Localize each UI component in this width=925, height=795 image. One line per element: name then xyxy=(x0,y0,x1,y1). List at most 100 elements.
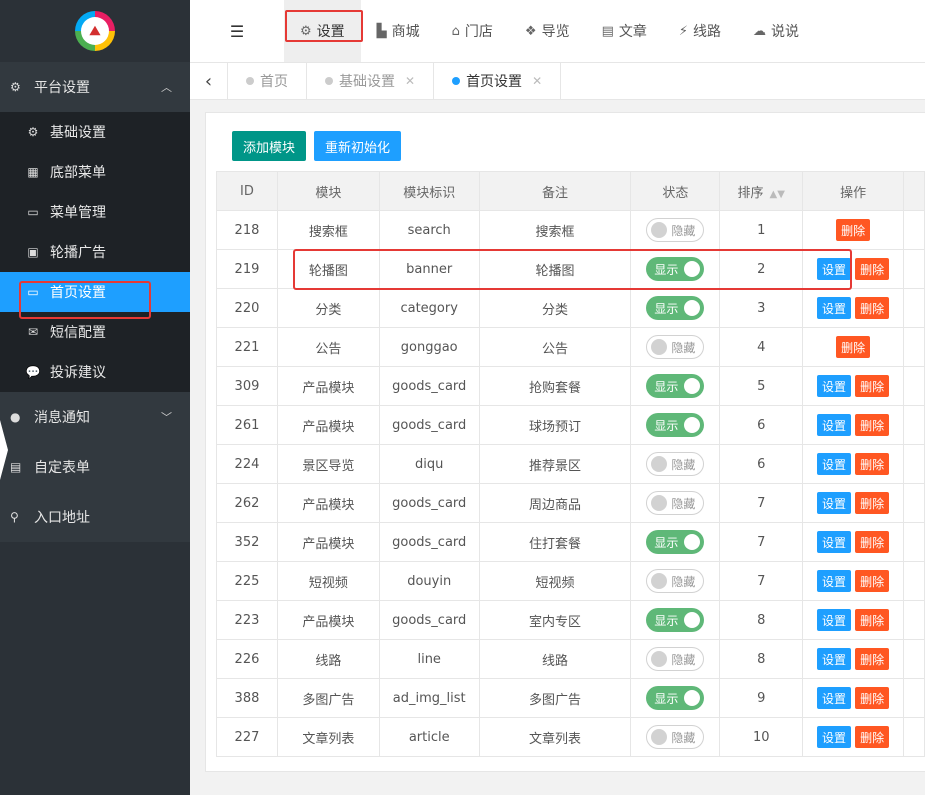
cell-sort: 8 xyxy=(719,600,804,640)
mail-icon: ✉ xyxy=(27,325,39,339)
delete-button[interactable]: 删除 xyxy=(855,531,890,553)
add-module-button[interactable]: 添加模块 xyxy=(232,131,307,161)
status-toggle[interactable]: 隐藏 xyxy=(646,335,705,359)
delete-button[interactable]: 删除 xyxy=(836,336,871,358)
settings-button[interactable]: 设置 xyxy=(817,531,852,553)
toggle-knob xyxy=(684,534,701,550)
top-nav-guide[interactable]: ❖ 导览 xyxy=(509,0,586,62)
logo-area: ⛰ xyxy=(0,0,190,62)
toggle-knob xyxy=(651,573,668,589)
close-icon[interactable]: ✕ xyxy=(532,74,542,88)
sidebar-item-carousel-ads[interactable]: ▣ 轮播广告 xyxy=(0,232,190,272)
delete-button[interactable]: 删除 xyxy=(855,609,890,631)
tab-home[interactable]: 首页 xyxy=(228,62,307,100)
menu-toggle-button[interactable]: ☰ xyxy=(190,0,284,62)
delete-button[interactable]: 删除 xyxy=(855,375,890,397)
settings-button[interactable]: 设置 xyxy=(817,687,852,709)
table-body: 218 搜索框 search 搜索框 隐藏 1 删除 219 轮播图 banner 轮播图 显示 2 设置… xyxy=(216,210,925,757)
status-toggle[interactable]: 显示 xyxy=(646,608,705,632)
top-nav-store[interactable]: ⌂ 门店 xyxy=(436,0,509,62)
delete-button[interactable]: 删除 xyxy=(855,687,890,709)
delete-button[interactable]: 删除 xyxy=(855,570,890,592)
delete-button[interactable]: 删除 xyxy=(855,258,890,280)
status-toggle[interactable]: 显示 xyxy=(646,374,705,398)
sidebar-item-basic-settings[interactable]: ⚙ 基础设置 xyxy=(0,112,190,152)
sidebar-item-label: 投诉建议 xyxy=(50,365,106,381)
sidebar-item-complaints[interactable]: 💬 投诉建议 xyxy=(0,352,190,392)
cell-sort: 6 xyxy=(719,444,804,484)
cell-actions: 设置 删除 xyxy=(802,405,904,445)
sidebar-item-bottom-menu[interactable]: ▦ 底部菜单 xyxy=(0,152,190,192)
status-toggle[interactable]: 隐藏 xyxy=(646,647,705,671)
table-row: 218 搜索框 search 搜索框 隐藏 1 删除 xyxy=(216,210,925,250)
status-toggle[interactable]: 隐藏 xyxy=(646,452,705,476)
top-nav-posts[interactable]: ☁ 说说 xyxy=(737,0,815,62)
cell-id: 226 xyxy=(216,639,278,679)
cell-key: goods_card xyxy=(378,405,480,445)
settings-button[interactable]: 设置 xyxy=(817,648,852,670)
top-nav-mall[interactable]: ▙ 商城 xyxy=(361,0,436,62)
sidebar-item-menu-management[interactable]: ▭ 菜单管理 xyxy=(0,192,190,232)
delete-button[interactable]: 删除 xyxy=(855,414,890,436)
reinitialize-button[interactable]: 重新初始化 xyxy=(314,131,402,161)
settings-button[interactable]: 设置 xyxy=(817,609,852,631)
tab-label: 首页 xyxy=(260,74,288,90)
status-toggle[interactable]: 隐藏 xyxy=(646,218,705,242)
delete-button[interactable]: 删除 xyxy=(855,492,890,514)
status-toggle-label: 显示 xyxy=(654,691,679,706)
status-toggle[interactable]: 显示 xyxy=(646,686,705,710)
settings-button[interactable]: 设置 xyxy=(817,375,852,397)
logo[interactable]: ⛰ xyxy=(75,11,115,51)
cell-note: 文章列表 xyxy=(478,717,632,757)
status-toggle[interactable]: 显示 xyxy=(646,413,705,437)
tabs-scroll-left-button[interactable]: ‹ xyxy=(190,62,228,100)
cell-note: 抢购套餐 xyxy=(478,366,632,406)
delete-button[interactable]: 删除 xyxy=(855,726,890,748)
tab-basic-settings[interactable]: 基础设置 ✕ xyxy=(307,62,435,100)
cell-id: 262 xyxy=(216,483,278,523)
nav-group-custom-forms[interactable]: ▤ 自定表单 xyxy=(0,442,190,492)
tab-home-settings[interactable]: 首页设置 ✕ xyxy=(434,62,562,100)
delete-button[interactable]: 删除 xyxy=(855,648,890,670)
delete-button[interactable]: 删除 xyxy=(855,453,890,475)
nav-group-label: 自定表单 xyxy=(34,460,90,476)
cell-actions: 设置 删除 xyxy=(802,288,904,328)
settings-button[interactable]: 设置 xyxy=(817,297,852,319)
nav-group-platform-settings[interactable]: ⚙ 平台设置 ︿ xyxy=(0,62,190,112)
status-toggle[interactable]: 隐藏 xyxy=(646,725,705,749)
delete-button[interactable]: 删除 xyxy=(855,297,890,319)
sort-icon[interactable]: ▲▼ xyxy=(770,189,785,200)
settings-button[interactable]: 设置 xyxy=(817,414,852,436)
settings-button[interactable]: 设置 xyxy=(817,492,852,514)
toggle-knob xyxy=(651,339,668,355)
cell-extra xyxy=(902,639,925,679)
cell-extra xyxy=(902,678,925,718)
status-toggle-label: 隐藏 xyxy=(671,574,696,589)
status-toggle[interactable]: 显示 xyxy=(646,530,705,554)
status-toggle[interactable]: 显示 xyxy=(646,296,705,320)
top-nav-articles[interactable]: ▤ 文章 xyxy=(586,0,663,62)
status-toggle[interactable]: 隐藏 xyxy=(646,491,705,515)
delete-button[interactable]: 删除 xyxy=(836,219,871,241)
top-nav-routes[interactable]: ⚡ 线路 xyxy=(663,0,737,62)
gear-icon: ⚙ xyxy=(27,125,39,139)
nav-group-entry-url[interactable]: ⚲ 入口地址 xyxy=(0,492,190,542)
cell-module: 产品模块 xyxy=(276,366,380,406)
form-icon: ▤ xyxy=(10,460,22,474)
cell-note: 周边商品 xyxy=(478,483,632,523)
nav-group-label: 消息通知 xyxy=(34,410,90,426)
settings-button[interactable]: 设置 xyxy=(817,726,852,748)
close-icon[interactable]: ✕ xyxy=(405,74,415,88)
settings-button[interactable]: 设置 xyxy=(817,453,852,475)
tab-dot xyxy=(325,77,333,85)
column-header-sort[interactable]: 排序 ▲▼ xyxy=(719,171,804,211)
settings-button[interactable]: 设置 xyxy=(817,570,852,592)
tab-dot xyxy=(246,77,254,85)
cell-status: 隐藏 xyxy=(630,327,721,367)
cell-extra xyxy=(902,600,925,640)
cell-note: 住打套餐 xyxy=(478,522,632,562)
sidebar: ⛰ ⚙ 平台设置 ︿ ⚙ 基础设置 ▦ 底部菜单 ▭ 菜单管理 ▣ 轮播广告 ▭ 首页设置… xyxy=(0,0,190,795)
nav-group-notifications[interactable]: ● 消息通知 ﹀ xyxy=(0,392,190,442)
status-toggle-label: 显示 xyxy=(654,418,679,433)
status-toggle[interactable]: 隐藏 xyxy=(646,569,705,593)
